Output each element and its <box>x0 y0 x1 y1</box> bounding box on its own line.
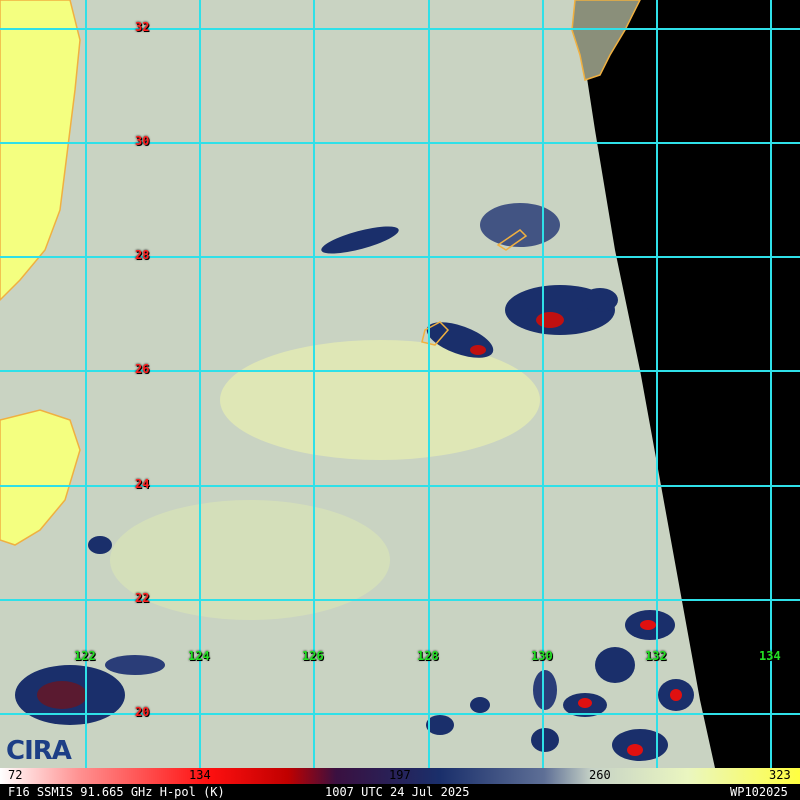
colorbar-tick-197: 197 <box>389 768 411 782</box>
colorbar-tick-260: 260 <box>589 768 611 782</box>
colorbar-tick-323: 323 <box>769 768 791 782</box>
lat-label-26: 26 <box>135 362 150 376</box>
lat-label-30: 30 <box>135 134 150 148</box>
sensor-label: F16 SSMIS 91.665 GHz H-pol (K) <box>8 785 225 799</box>
logo-text: CIRA <box>6 736 72 766</box>
observation-time: 1007 UTC 24 Jul 2025 <box>325 785 470 799</box>
grid-lat-26 <box>0 370 800 372</box>
warm-region <box>220 340 540 460</box>
lat-label-22: 22 <box>135 591 150 605</box>
convection-southeast <box>426 610 694 761</box>
grid-lat-28 <box>0 256 800 258</box>
cira-logo-icon: CIRA <box>6 736 72 766</box>
lon-label-132: 132 <box>645 649 667 663</box>
grid-lat-24 <box>0 485 800 487</box>
lon-label-126: 126 <box>302 649 324 663</box>
lon-label-130: 130 <box>531 649 553 663</box>
grid-lat-22 <box>0 599 800 601</box>
lat-label-32: 32 <box>135 20 150 34</box>
grid-lat-30 <box>0 142 800 144</box>
lon-label-128: 128 <box>417 649 439 663</box>
lat-label-20: 20 <box>135 705 150 719</box>
swath-svg <box>0 0 800 768</box>
lat-label-24: 24 <box>135 477 150 491</box>
warm-region-south <box>110 500 390 620</box>
colorbar-tick-134: 134 <box>189 768 211 782</box>
lon-label-134: 134 <box>759 649 781 663</box>
grid-lat-20 <box>0 713 800 715</box>
taiwan-land <box>0 409 81 546</box>
colorbar-tick-72: 72 <box>8 768 23 782</box>
footer-bar: F16 SSMIS 91.665 GHz H-pol (K) 1007 UTC … <box>0 784 800 800</box>
grid-lat-32 <box>0 28 800 30</box>
satellite-image-viewer: 32 30 28 26 24 22 20 122 124 126 128 130… <box>0 0 800 800</box>
china-land <box>0 0 81 302</box>
lat-label-28: 28 <box>135 248 150 262</box>
lon-label-122: 122 <box>74 649 96 663</box>
microwave-imagery: 32 30 28 26 24 22 20 122 124 126 128 130… <box>0 0 800 768</box>
lon-label-124: 124 <box>188 649 210 663</box>
storm-id: WP102025 <box>730 785 788 799</box>
